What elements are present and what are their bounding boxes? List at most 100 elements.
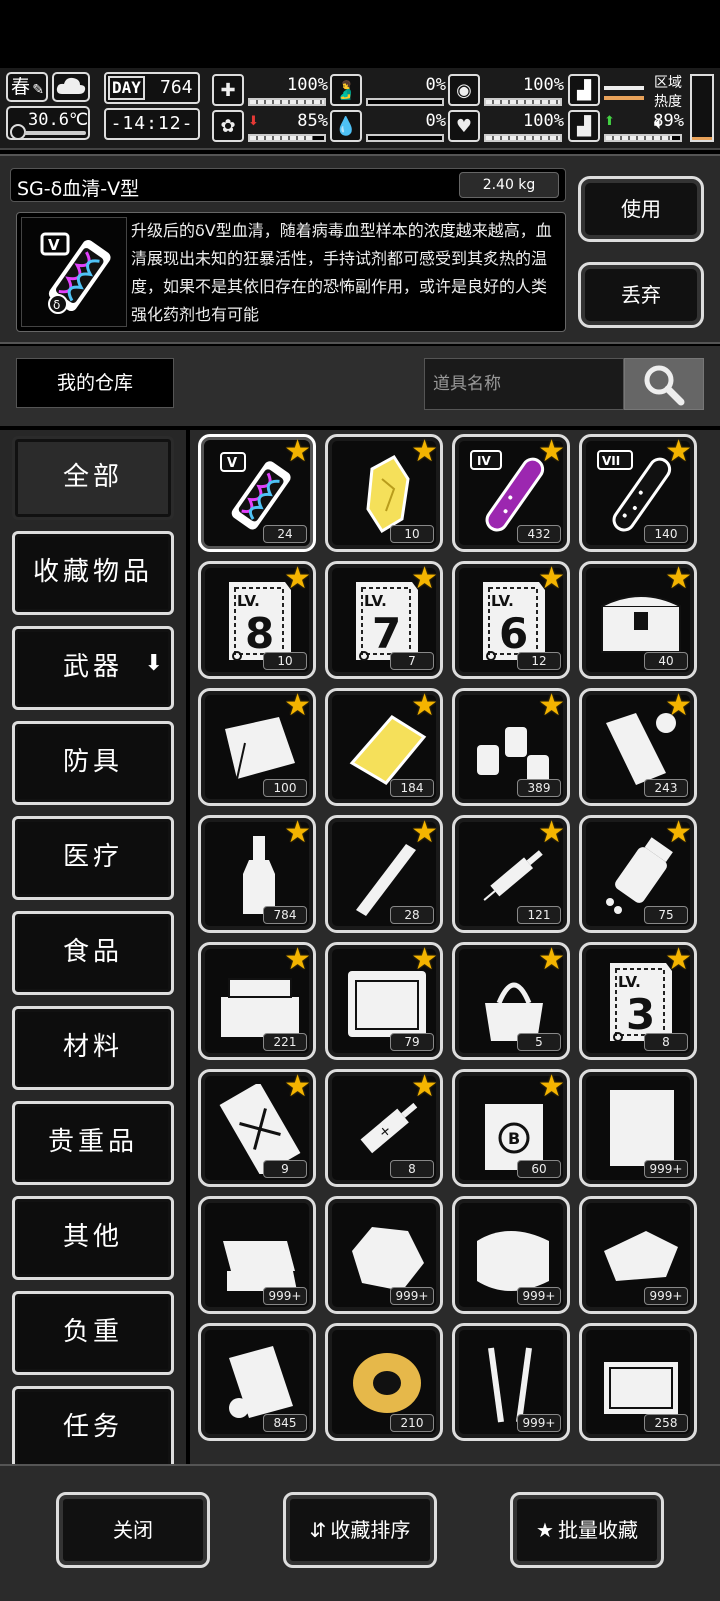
inventory-slot[interactable]: 999+ bbox=[579, 1196, 697, 1314]
item-name: SG-δ血清-V型 bbox=[17, 178, 140, 200]
inventory-slot[interactable]: 258 bbox=[579, 1323, 697, 1441]
region-heat-label: 区域热度 🔈︎ bbox=[654, 74, 688, 133]
inventory-slot[interactable]: LV. 3 ★ 8 bbox=[579, 942, 697, 1060]
status-bar: 春 ✎ 30.6℃ DAY 764 -14:12- ✚ 100% 🫃 0% ◉ 100% ✿… bbox=[0, 68, 720, 150]
svg-text:LV.: LV. bbox=[491, 592, 514, 610]
my-storage-button[interactable]: 我的仓库 bbox=[16, 358, 174, 408]
stat-bar bbox=[604, 134, 682, 142]
category-label: 其他 bbox=[62, 1222, 123, 1252]
item-count-badge: 999+ bbox=[517, 1287, 561, 1305]
close-button-label: 关闭 bbox=[113, 1518, 153, 1542]
category-tab-6[interactable]: 材料 bbox=[12, 1006, 174, 1090]
favorite-star-icon: ★ bbox=[411, 688, 438, 723]
inventory-slot[interactable]: 210 bbox=[325, 1323, 443, 1441]
use-button[interactable]: 使用 bbox=[578, 176, 704, 242]
inventory-slot[interactable]: B ★ 60 bbox=[452, 1069, 570, 1187]
category-label: 全部 bbox=[62, 462, 123, 492]
inventory-slot[interactable]: 999+ bbox=[198, 1196, 316, 1314]
inventory-slot[interactable]: ★ 121 bbox=[452, 815, 570, 933]
category-tab-0[interactable]: 全部 bbox=[12, 436, 174, 520]
inventory-slot[interactable]: 999+ bbox=[579, 1069, 697, 1187]
inventory-slot[interactable]: ★ 221 bbox=[198, 942, 316, 1060]
item-count-badge: 999+ bbox=[644, 1160, 688, 1178]
stat-thirst: 💧 0% bbox=[330, 110, 450, 144]
inventory-slot[interactable]: ★ 79 bbox=[325, 942, 443, 1060]
category-label: 负重 bbox=[62, 1317, 123, 1347]
category-tab-10[interactable]: 任务 bbox=[12, 1386, 174, 1464]
speaker-icon[interactable]: 🔈︎ bbox=[654, 114, 688, 133]
inventory-slot[interactable]: IV ★ 432 bbox=[452, 434, 570, 552]
item-count-badge: 10 bbox=[390, 525, 434, 543]
close-button[interactable]: 关闭 bbox=[56, 1492, 210, 1568]
category-tab-4[interactable]: 医疗 bbox=[12, 816, 174, 900]
svg-text:3: 3 bbox=[626, 990, 655, 1039]
day-value: 764 bbox=[160, 77, 193, 98]
inventory-slot[interactable]: ★ 784 bbox=[198, 815, 316, 933]
item-count-badge: 184 bbox=[390, 779, 434, 797]
inventory-slot[interactable]: 999+ bbox=[452, 1323, 570, 1441]
inventory-slot[interactable]: LV. 8 ★ 10 bbox=[198, 561, 316, 679]
day-label: DAY bbox=[108, 76, 145, 100]
category-label: 贵重品 bbox=[47, 1127, 138, 1157]
inventory-slot[interactable]: LV. 7 ★ 7 bbox=[325, 561, 443, 679]
inventory-slot[interactable]: 999+ bbox=[325, 1196, 443, 1314]
stat-value: 100% bbox=[523, 75, 564, 95]
category-tab-5[interactable]: 食品 bbox=[12, 911, 174, 995]
weather-cloud-icon bbox=[52, 72, 90, 102]
inventory-slot[interactable]: + ★ 8 bbox=[325, 1069, 443, 1187]
category-label: 任务 bbox=[62, 1412, 123, 1442]
inventory-slot[interactable]: ★ 184 bbox=[325, 688, 443, 806]
inventory-slot[interactable]: ★ 243 bbox=[579, 688, 697, 806]
favorite-star-icon: ★ bbox=[411, 942, 438, 977]
first-aid-icon: ✚ bbox=[212, 74, 244, 106]
favorite-star-icon: ★ bbox=[665, 942, 692, 977]
inventory-slot[interactable]: ★ 9 bbox=[198, 1069, 316, 1187]
item-weight: 2.40 kg bbox=[459, 172, 559, 198]
inventory-slot[interactable]: ★ 100 bbox=[198, 688, 316, 806]
svg-text:8: 8 bbox=[245, 609, 274, 658]
favorite-star-icon: ★ bbox=[284, 815, 311, 850]
stat-bar-fill bbox=[250, 136, 313, 140]
stat-bar bbox=[484, 98, 562, 106]
category-tab-3[interactable]: 防具 bbox=[12, 721, 174, 805]
category-tab-8[interactable]: 其他 bbox=[12, 1196, 174, 1280]
search-input[interactable]: 道具名称 bbox=[424, 358, 624, 410]
bottom-bar: 关闭 ⇵ 收藏排序 ★ 批量收藏 bbox=[0, 1464, 720, 1601]
stat-value: 0% bbox=[425, 111, 446, 131]
inventory-slot[interactable]: 845 bbox=[198, 1323, 316, 1441]
inventory-slot[interactable]: ★ 10 bbox=[325, 434, 443, 552]
category-label: 食品 bbox=[62, 937, 123, 967]
category-tab-9[interactable]: 负重 bbox=[12, 1291, 174, 1375]
sort-favorites-button[interactable]: ⇵ 收藏排序 bbox=[283, 1492, 437, 1568]
region-heat-fill bbox=[692, 136, 712, 140]
inventory-slot[interactable]: V ★ 24 bbox=[198, 434, 316, 552]
inventory-slot[interactable]: 999+ bbox=[452, 1196, 570, 1314]
inventory-slot[interactable]: ★ 75 bbox=[579, 815, 697, 933]
category-tab-2[interactable]: 武器 ⬇ bbox=[12, 626, 174, 710]
stat-bar bbox=[366, 134, 444, 142]
inventory-slot[interactable]: LV. 6 ★ 12 bbox=[452, 561, 570, 679]
item-count-badge: 100 bbox=[263, 779, 307, 797]
inventory-slot[interactable]: ★ 28 bbox=[325, 815, 443, 933]
category-sidebar: 全部收藏物品武器 ⬇ 防具医疗食品材料贵重品其他负重任务 bbox=[0, 430, 186, 1464]
search-button[interactable] bbox=[624, 358, 704, 410]
item-count-badge: 28 bbox=[390, 906, 434, 924]
category-tab-7[interactable]: 贵重品 bbox=[12, 1101, 174, 1185]
stat-bar-fill bbox=[486, 136, 560, 140]
discard-button[interactable]: 丢弃 bbox=[578, 262, 704, 328]
favorite-star-icon: ★ bbox=[284, 434, 311, 469]
inventory-slot[interactable]: ★ 389 bbox=[452, 688, 570, 806]
favorite-star-icon: ★ bbox=[284, 688, 311, 723]
item-count-badge: 784 bbox=[263, 906, 307, 924]
svg-text:LV.: LV. bbox=[618, 973, 641, 991]
batch-favorite-button[interactable]: ★ 批量收藏 bbox=[510, 1492, 664, 1568]
inventory-slot[interactable]: VII ★ 140 bbox=[579, 434, 697, 552]
item-count-badge: 60 bbox=[517, 1160, 561, 1178]
item-count-badge: 40 bbox=[644, 652, 688, 670]
stomach-icon: 🫃 bbox=[330, 74, 362, 106]
inventory-slot[interactable]: ★ 5 bbox=[452, 942, 570, 1060]
inventory-slot[interactable]: ★ 40 bbox=[579, 561, 697, 679]
category-tab-1[interactable]: 收藏物品 bbox=[12, 531, 174, 615]
item-count-badge: 389 bbox=[517, 779, 561, 797]
item-count-badge: 8 bbox=[644, 1033, 688, 1051]
